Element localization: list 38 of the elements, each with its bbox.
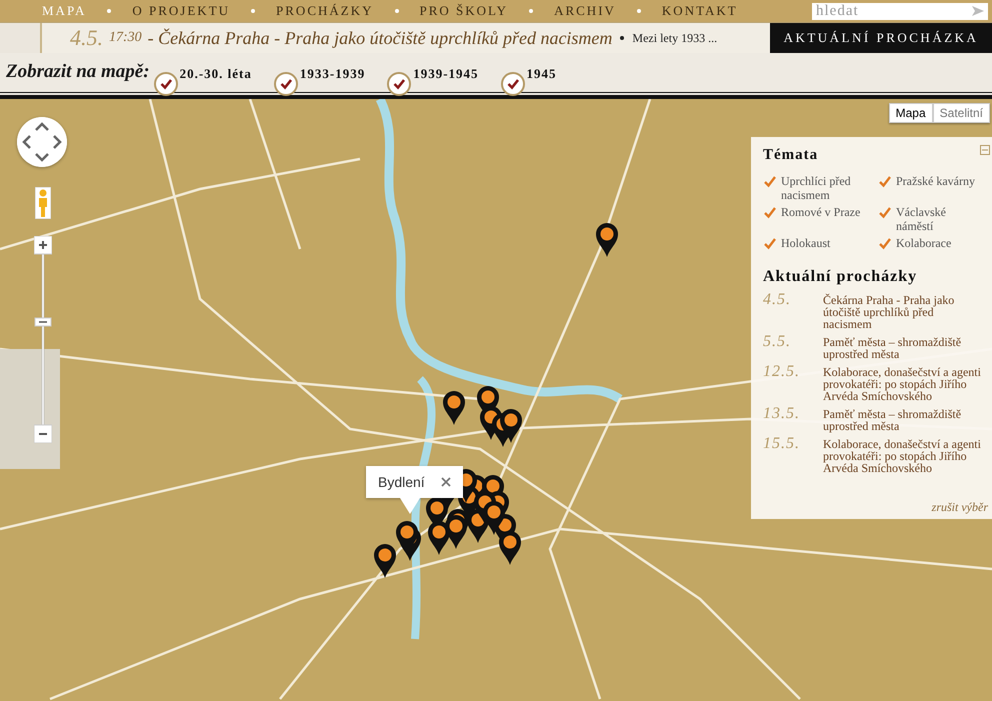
map-type-button[interactable]: Satelitní [932,103,990,123]
walk-link[interactable]: Paměť města – shromaždiště uprostřed města [823,408,983,432]
walk-date: 13.5. [763,408,801,424]
walk-link[interactable]: Paměť města – shromaždiště uprostřed města [823,336,983,360]
theme-label[interactable]: Holokaust [781,236,830,250]
nav-link[interactable]: PROCHÁZKY [276,3,374,19]
walk-link[interactable]: Kolaborace, donašečství a agenti provokatéři: po stopách Jiřího Arvéda Smíchovského [823,366,983,402]
period-label: 20.-30. léta [180,66,252,82]
map-type-button[interactable]: Mapa [888,103,933,123]
current-walk-button[interactable]: AKTUÁLNÍ PROCHÁZKA [770,23,992,53]
walk-date: 4.5. [763,294,792,310]
walk-link[interactable]: Kolaborace, donašečství a agenti provokatéři: po stopách Jiřího Arvéda Smíchovského [823,438,983,474]
walk-title-link[interactable]: - Čekárna Praha - Praha jako útočiště uprchlíků před nacismem [148,28,612,48]
search-field[interactable]: hledat [812,2,988,20]
walk-date: 12.5. [763,366,801,382]
period-label: 1945 [526,66,557,82]
theme-label[interactable]: Romové v Praze [781,205,860,219]
walk-date: 15.5. [763,438,801,454]
walk-time: 17:30 [109,30,142,46]
nav-link[interactable]: ARCHIV [554,3,616,19]
theme-label[interactable]: Uprchlíci před nacismem [781,174,878,202]
period-label: 1939-1945 [413,66,479,82]
nav-link[interactable]: PRO ŠKOLY [420,3,508,19]
theme-label[interactable]: Václavské náměstí [896,205,986,233]
theme-label[interactable]: Kolaborace [896,236,952,250]
walk-link[interactable]: Čekárna Praha - Praha jako útočiště uprchlíků před nacismem [823,294,983,330]
walk-excerpt: Mezi lety 1933 ... [632,30,718,46]
walk-date: 5.5. [763,336,792,352]
filter-label: Zobrazit na mapě: [6,61,150,83]
walks-heading: Aktuální procházky [763,268,918,286]
nav-link[interactable]: KONTAKT [662,3,738,19]
nav-link[interactable]: O PROJEKTU [132,3,230,19]
walk-date: 4.5. [70,25,103,51]
clear-selection-link[interactable]: zrušit výběr [932,492,988,515]
popup-label: Bydlení [378,474,425,490]
themes-heading: Témata [763,147,818,164]
period-label: 1933-1939 [300,66,366,82]
theme-label[interactable]: Pražské kavárny [896,174,975,188]
